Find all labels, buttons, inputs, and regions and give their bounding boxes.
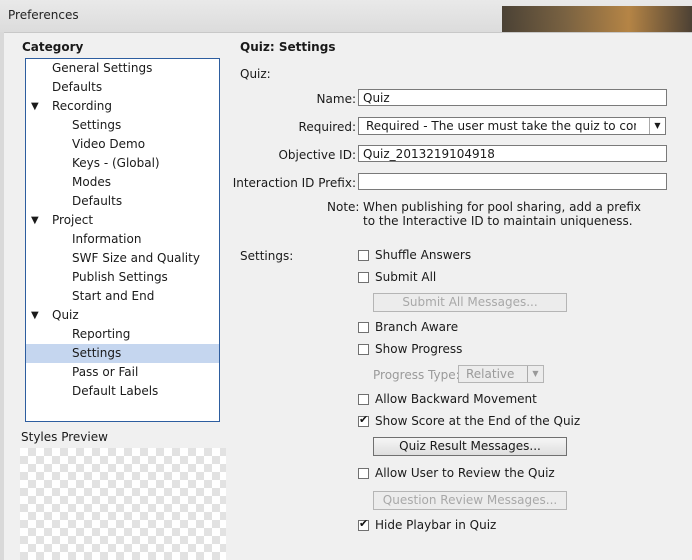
tree-item[interactable]: Keys - (Global) [26,154,219,173]
tree-item-label: General Settings [52,61,153,75]
tree-item-label: Settings [72,118,122,132]
tree-item-label: Keys - (Global) [72,156,160,170]
required-value: Required - The user must take the quiz t… [366,119,636,133]
note-label: Note: [327,200,360,214]
show-score-label: Show Score at the End of the Quiz [375,414,581,428]
tree-item-label: Project [52,213,94,227]
tree-item[interactable]: Settings [26,344,219,363]
name-field[interactable]: Quiz [358,89,667,106]
tree-item-label: Defaults [52,80,103,94]
required-dropdown[interactable]: Required - The user must take the quiz t… [358,117,666,135]
tree-item[interactable]: SWF Size and Quality [26,249,219,268]
tree-item-label: SWF Size and Quality [72,251,200,265]
note-text: When publishing for pool sharing, add a … [363,200,642,228]
tree-item[interactable]: Video Demo [26,135,219,154]
submit-all-messages-button[interactable]: Submit All Messages... [373,293,567,312]
tree-item[interactable]: Default Labels [26,382,219,401]
chevron-down-icon: ▼ [527,366,543,382]
branch-aware-label: Branch Aware [375,320,459,334]
tree-item-label: Modes [72,175,111,189]
category-tree[interactable]: General Settings Defaults ▼ Recording Settin… [25,58,220,422]
show-progress-label: Show Progress [375,342,463,356]
interaction-id-prefix-label: Interaction ID Prefix: [232,176,356,190]
window-frame [0,32,4,560]
tree-item-label: Default Labels [72,384,159,398]
tree-item[interactable]: Information [26,230,219,249]
tree-item[interactable]: Pass or Fail [26,363,219,382]
allow-backward-movement-label: Allow Backward Movement [375,392,537,406]
tree-item-label: Reporting [72,327,131,341]
quiz-section-label: Quiz: [240,67,271,81]
chevron-down-icon: ▼ [649,118,665,134]
title-bar: Preferences [0,0,692,33]
expand-arrow-icon[interactable]: ▼ [31,306,39,325]
progress-type-dropdown[interactable]: Relative ▼ [458,365,544,383]
tree-item-label: Start and End [72,289,155,303]
show-progress-checkbox[interactable] [358,344,369,355]
tree-item-label: Pass or Fail [72,365,139,379]
tree-item[interactable]: Defaults [26,78,219,97]
tree-item-label: Publish Settings [72,270,168,284]
tree-item[interactable]: Start and End [26,287,219,306]
allow-review-label: Allow User to Review the Quiz [375,466,555,480]
objective-id-label: Objective ID: [278,148,356,162]
hide-playbar-checkbox[interactable] [358,517,369,531]
allow-review-checkbox[interactable] [358,468,369,479]
settings-label: Settings: [240,249,294,263]
allow-backward-movement-checkbox[interactable] [358,394,369,405]
category-heading: Category [22,40,84,54]
question-review-messages-button[interactable]: Question Review Messages... [373,491,567,510]
expand-arrow-icon[interactable]: ▼ [31,211,39,230]
styles-preview-label: Styles Preview [21,430,108,444]
tree-item-label: Recording [52,99,113,113]
progress-type-label: Progress Type: [373,368,460,382]
show-score-checkbox[interactable] [358,413,369,427]
tree-item-label: Settings [72,346,122,360]
tree-item[interactable]: Reporting [26,325,219,344]
expand-arrow-icon[interactable]: ▼ [31,97,39,116]
tree-item-label: Information [72,232,142,246]
quiz-result-messages-button[interactable]: Quiz Result Messages... [373,437,567,456]
tree-item[interactable]: ▼ Project [26,211,219,230]
tree-item[interactable]: ▼ Recording [26,97,219,116]
tree-item[interactable]: ▼ Quiz [26,306,219,325]
shuffle-answers-checkbox[interactable] [358,250,369,261]
tree-item[interactable]: Settings [26,116,219,135]
window-title: Preferences [8,8,79,22]
panel-title: Quiz: Settings [240,40,336,54]
tree-item-label: Video Demo [72,137,146,151]
name-label: Name: [316,92,356,106]
branch-aware-checkbox[interactable] [358,322,369,333]
submit-all-label: Submit All [375,270,437,284]
tree-item[interactable]: Modes [26,173,219,192]
interaction-id-prefix-field[interactable] [358,173,667,190]
required-label: Required: [298,120,356,134]
tree-item-label: Quiz [52,308,79,322]
hide-playbar-label: Hide Playbar in Quiz [375,518,497,532]
styles-preview-area [20,448,226,560]
shuffle-answers-label: Shuffle Answers [375,248,472,262]
background-image-strip [502,6,692,32]
tree-item[interactable]: Defaults [26,192,219,211]
progress-type-value: Relative [466,367,515,381]
submit-all-checkbox[interactable] [358,272,369,283]
tree-item[interactable]: Publish Settings [26,268,219,287]
tree-item[interactable]: General Settings [26,59,219,78]
tree-item-label: Defaults [72,194,123,208]
objective-id-field[interactable]: Quiz_2013219104918 [358,145,667,162]
